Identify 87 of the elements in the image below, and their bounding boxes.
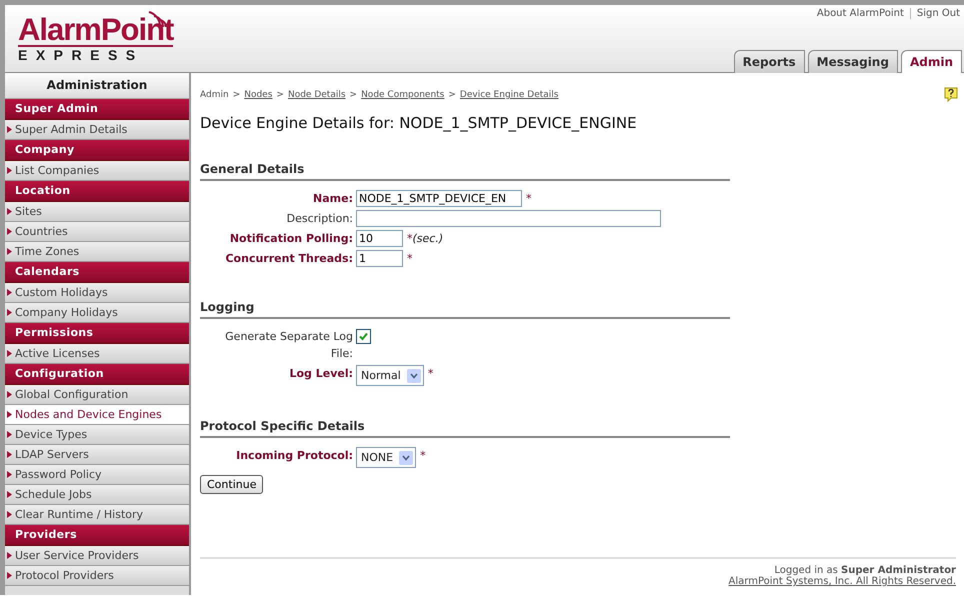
page-title: Device Engine Details for: NODE_1_SMTP_DEVICE_ENGINE: [200, 113, 638, 132]
sidebar-item[interactable]: Protocol Providers: [5, 566, 189, 586]
field-label: Log Level:: [288, 366, 354, 382]
bullet-icon: [7, 471, 12, 478]
sidebar-item[interactable]: LDAP Servers: [5, 445, 189, 465]
checkbox[interactable]: [356, 329, 371, 344]
bullet-icon: [7, 126, 12, 133]
sidebar-section-header: Super Admin: [5, 99, 189, 120]
bullet-icon: [7, 208, 12, 215]
sidebar-item[interactable]: Countries: [5, 222, 189, 242]
sidebar-section-header: Company: [5, 140, 189, 161]
sidebar-item[interactable]: Device Types: [5, 425, 189, 445]
bullet-icon: [7, 289, 12, 296]
input-field[interactable]: [356, 210, 661, 227]
sidebar-section-header: Providers: [5, 525, 189, 546]
bullet-icon: [7, 248, 12, 255]
sidebar-section-header: Configuration: [5, 364, 189, 385]
field-label: Name:: [312, 191, 354, 207]
breadcrumb-separator: >: [350, 90, 358, 100]
logo-wordmark: AlarmPoint: [18, 15, 174, 47]
sidebar-item[interactable]: Super Admin Details: [5, 120, 189, 140]
header-link[interactable]: Sign Out: [910, 8, 960, 19]
sidebar-item[interactable]: Global Configuration: [5, 385, 189, 405]
bullet-icon: [7, 411, 12, 418]
logo-subtitle: EXPRESS: [18, 47, 145, 63]
field-label: Description:: [286, 211, 354, 227]
checkmark-icon: [359, 332, 368, 341]
breadcrumb-text: Admin: [200, 90, 229, 100]
input-field[interactable]: 1: [356, 250, 403, 267]
field-label: Concurrent Threads:: [224, 251, 354, 267]
dropdown[interactable]: Normal: [356, 365, 424, 386]
required-mark: *: [406, 231, 412, 247]
breadcrumb-link[interactable]: Node Components: [361, 90, 444, 100]
copyright-link[interactable]: AlarmPoint Systems, Inc. All Rights Reserved.: [728, 576, 956, 587]
help-icon[interactable]: [944, 87, 958, 102]
sidebar-item[interactable]: List Companies: [5, 161, 189, 181]
unit-label: (sec.): [412, 231, 444, 247]
sidebar-item[interactable]: Password Policy: [5, 465, 189, 485]
bullet-icon: [7, 167, 12, 174]
input-field[interactable]: NODE_1_SMTP_DEVICE_EN: [356, 190, 522, 207]
breadcrumb-separator: >: [276, 90, 284, 100]
sidebar-item[interactable]: User Service Providers: [5, 546, 189, 566]
sidebar-section-header: Permissions: [5, 323, 189, 344]
bullet-icon: [7, 451, 12, 458]
required-mark: *: [426, 366, 434, 382]
field-label: Generate Separate Log File:: [224, 329, 354, 362]
header-link[interactable]: About AlarmPoint: [810, 8, 911, 19]
bullet-icon: [7, 511, 12, 518]
required-mark: *: [525, 191, 532, 207]
sidebar-section-header: Location: [5, 181, 189, 202]
login-status: Logged in as Super Administrator: [774, 565, 956, 576]
sidebar-item[interactable]: Company Holidays: [5, 303, 189, 323]
breadcrumb-separator: >: [232, 90, 240, 100]
breadcrumb-link[interactable]: Device Engine Details: [460, 90, 558, 100]
bullet-icon: [7, 552, 12, 559]
sidebar-item[interactable]: Schedule Jobs: [5, 485, 189, 505]
sidebar-item[interactable]: Sites: [5, 202, 189, 222]
bullet-icon: [7, 431, 12, 438]
bullet-icon: [7, 572, 12, 579]
required-mark: *: [406, 251, 412, 267]
bullet-icon: [7, 309, 12, 316]
section-title: Logging: [200, 300, 730, 319]
field-label: Incoming Protocol:: [235, 448, 354, 464]
sidebar-title: Administration: [5, 73, 189, 99]
sidebar-item[interactable]: Time Zones: [5, 242, 189, 262]
breadcrumb-link[interactable]: Nodes: [244, 90, 272, 100]
breadcrumb-link[interactable]: Node Details: [288, 90, 346, 100]
input-field[interactable]: 10: [356, 230, 403, 247]
continue-button[interactable]: Continue: [200, 475, 264, 494]
bullet-icon: [7, 491, 12, 498]
nav-tab[interactable]: Admin: [900, 50, 962, 73]
sidebar-item[interactable]: Active Licenses: [5, 344, 189, 364]
bullet-icon: [7, 391, 12, 398]
nav-tab[interactable]: Reports: [734, 50, 805, 73]
bullet-icon: [7, 350, 12, 357]
sidebar-item[interactable]: Clear Runtime / History: [5, 505, 189, 525]
breadcrumb-separator: >: [448, 90, 456, 100]
required-mark: *: [419, 448, 426, 464]
sidebar-item[interactable]: Nodes and Device Engines: [5, 405, 189, 425]
sidebar-section-header: Calendars: [5, 262, 189, 283]
section-title: Protocol Specific Details: [200, 419, 730, 438]
dropdown[interactable]: NONE: [356, 447, 416, 468]
section-title: General Details: [200, 162, 730, 181]
field-label: Notification Polling:: [228, 231, 354, 247]
sidebar-item[interactable]: Custom Holidays: [5, 283, 189, 303]
nav-tab[interactable]: Messaging: [808, 50, 898, 73]
bullet-icon: [7, 228, 12, 235]
